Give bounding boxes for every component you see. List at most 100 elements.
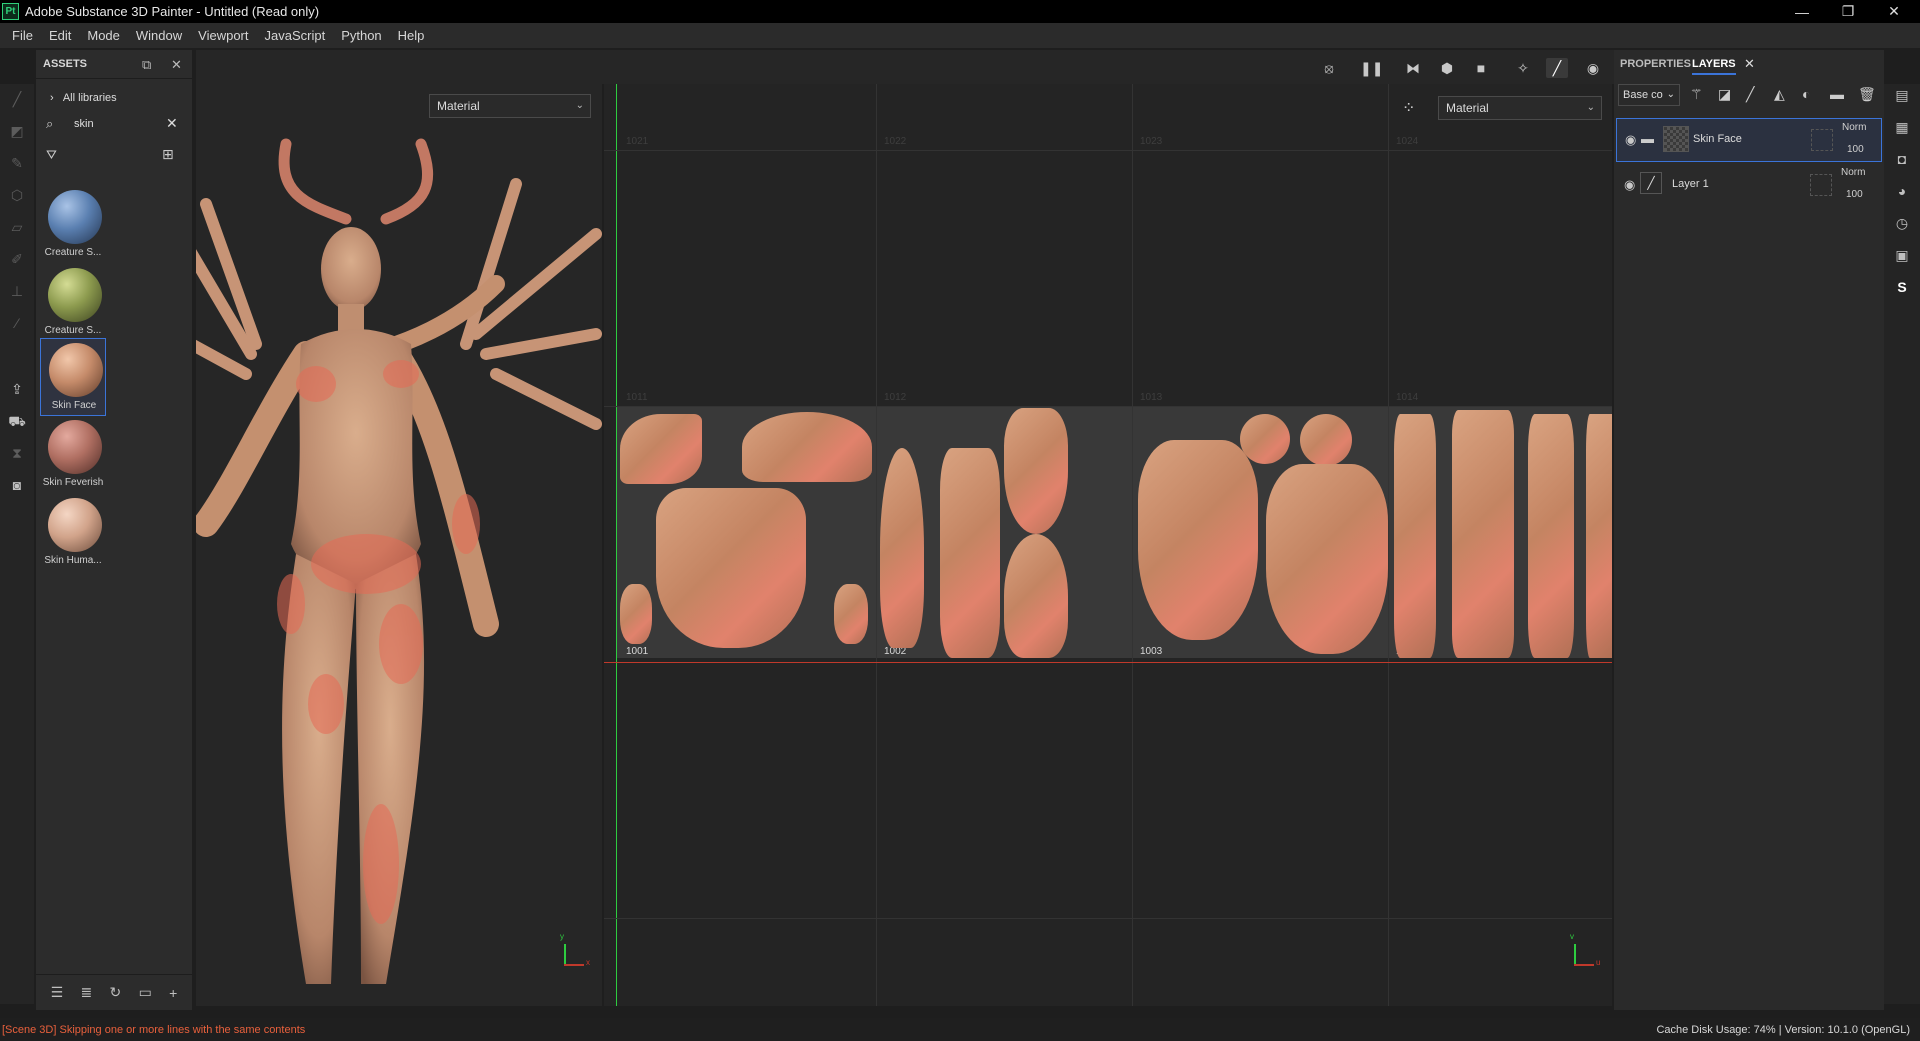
add-mask-icon[interactable]: ◪	[1718, 86, 1731, 103]
window-title: Adobe Substance 3D Painter - Untitled (R…	[25, 4, 320, 19]
layer-mask-slot[interactable]	[1810, 174, 1832, 196]
export-icon[interactable]: ⇪	[8, 380, 26, 398]
asset-label: Creature S...	[44, 247, 102, 258]
projection-tool-icon[interactable]: ✎	[8, 154, 26, 172]
uv-island	[1004, 408, 1068, 534]
udim-label: 1014	[1396, 392, 1419, 403]
asset-label: Skin Feverish	[42, 477, 104, 488]
add-icon[interactable]: +	[169, 985, 177, 1001]
add-effect-icon[interactable]: ⚚	[1690, 86, 1703, 103]
list-view-icon[interactable]: ☰	[51, 984, 64, 1001]
layer-opacity[interactable]: 100	[1847, 144, 1864, 155]
substance-share-icon[interactable]: S	[1893, 278, 1911, 296]
layer-mask-slot[interactable]	[1811, 129, 1833, 151]
grid-line	[604, 406, 1612, 407]
blend-mode[interactable]: Norm	[1841, 167, 1865, 178]
refresh-icon[interactable]: ↻	[110, 984, 122, 1001]
grid-view-icon[interactable]: ⊞	[162, 146, 174, 163]
geometry-fill-icon[interactable]: ⬡	[8, 186, 26, 204]
viewport-2d-channel-dropdown[interactable]: Material ⌄	[1438, 96, 1602, 120]
picker-tool-icon[interactable]: ⁄	[8, 314, 26, 332]
visibility-eye-icon[interactable]: ◉	[1624, 177, 1635, 193]
tab-properties[interactable]: PROPERTIES	[1620, 58, 1691, 70]
uv-island	[1240, 414, 1290, 464]
udim-label: 1012	[884, 392, 907, 403]
filter-icon[interactable]: ⛛	[46, 147, 57, 163]
layer-row-skin-face[interactable]: ◉ ▬ Skin Face Norm 100	[1616, 118, 1882, 162]
menu-edit[interactable]: Edit	[41, 23, 79, 48]
horn-right	[380, 138, 434, 225]
asset-thumbnail-selected[interactable]: Skin Face	[40, 338, 106, 416]
uv-options-icon[interactable]: ⁘	[1402, 98, 1415, 118]
symmetry-icon[interactable]: ⧓	[1402, 58, 1424, 78]
menu-python[interactable]: Python	[333, 23, 389, 48]
search-input[interactable]: skin	[74, 118, 94, 130]
axis-gizmo: v u	[1570, 932, 1600, 968]
clear-search-icon[interactable]: ✕	[166, 115, 178, 132]
tab-layers[interactable]: LAYERS	[1692, 58, 1736, 75]
sort-icon[interactable]: ≣	[81, 984, 93, 1001]
asset-label: Creature S...	[44, 325, 102, 336]
menu-mode[interactable]: Mode	[79, 23, 128, 48]
menu-bar: File Edit Mode Window Viewport JavaScrip…	[0, 23, 1920, 48]
visibility-eye-icon[interactable]: ◉	[1625, 132, 1636, 148]
hide-ui-icon[interactable]: ⦻	[1318, 58, 1340, 78]
display-settings-icon[interactable]: ◘	[1893, 150, 1911, 168]
menu-viewport[interactable]: Viewport	[190, 23, 256, 48]
breadcrumb-label: All libraries	[62, 92, 117, 104]
asset-thumbnail[interactable]: Skin Huma...	[40, 494, 106, 572]
layer-opacity[interactable]: 100	[1846, 189, 1863, 200]
asset-thumbnail[interactable]: Skin Feverish	[40, 416, 106, 494]
viewport-2d-uv[interactable]: 1021 1022 1023 1024 1011 1012 1013 1014 …	[604, 84, 1612, 1006]
add-paint-layer-icon[interactable]: ╱	[1746, 86, 1754, 103]
delete-layer-icon[interactable]: 🗑	[1858, 86, 1876, 103]
layer-row-layer-1[interactable]: ◉ ╱ Layer 1 Norm 100	[1616, 164, 1882, 208]
asset-thumbnail[interactable]: Creature S...	[40, 264, 106, 342]
camera-icon[interactable]: ■	[1470, 58, 1492, 78]
screenshot-camera-icon[interactable]: ◉	[1582, 58, 1604, 78]
add-fill-layer-icon[interactable]: ◭	[1774, 86, 1785, 103]
dropdown-value: Material	[1446, 101, 1489, 115]
character-model	[196, 138, 602, 984]
smudge-tool-icon[interactable]: ✐	[8, 250, 26, 268]
brush-mode-icon[interactable]: ╱	[1546, 58, 1568, 78]
paint-tool-icon[interactable]: ╱	[8, 90, 26, 108]
menu-window[interactable]: Window	[128, 23, 190, 48]
menu-file[interactable]: File	[4, 23, 41, 48]
asset-thumbnail[interactable]: Creature S...	[40, 186, 106, 264]
pause-icon[interactable]: ❚❚	[1360, 58, 1383, 78]
polygon-fill-icon[interactable]: ▱	[8, 218, 26, 236]
iray-render-icon[interactable]: ✧	[1512, 58, 1534, 78]
breadcrumb[interactable]: › All libraries	[50, 92, 117, 104]
display-mode-icon[interactable]: ⬢	[1436, 58, 1458, 78]
close-window-button[interactable]: ✕	[1872, 0, 1916, 23]
channel-dropdown[interactable]: Base co ⌄	[1618, 84, 1680, 106]
minimize-button[interactable]: —	[1780, 0, 1824, 23]
layers-panel-icon[interactable]: ▤	[1893, 86, 1911, 104]
float-panel-icon[interactable]: ⧉	[142, 57, 151, 73]
shader-settings-icon[interactable]: ◕	[1893, 182, 1911, 200]
blend-mode[interactable]: Norm	[1842, 122, 1866, 133]
hourglass-icon[interactable]: ⧗	[8, 444, 26, 462]
close-panel-icon[interactable]: ✕	[171, 57, 182, 73]
viewport-3d[interactable]: Material ⌄ y x	[196, 84, 602, 1006]
material-sphere	[49, 343, 103, 397]
log-icon[interactable]: ▣	[1893, 246, 1911, 264]
folder-icon[interactable]: ▭	[139, 984, 152, 1001]
bake-icon[interactable]: ⛟	[8, 412, 26, 430]
search-box[interactable]: ⌕ skin ✕	[44, 112, 184, 136]
restore-button[interactable]: ❐	[1826, 0, 1870, 23]
menu-javascript[interactable]: JavaScript	[256, 23, 333, 48]
log-message[interactable]: [Scene 3D] Skipping one or more lines wi…	[2, 1024, 305, 1036]
clone-tool-icon[interactable]: ⊥	[8, 282, 26, 300]
history-icon[interactable]: ◷	[1893, 214, 1911, 232]
status-info: Cache Disk Usage: 74% | Version: 10.1.0 …	[1656, 1023, 1910, 1036]
close-tab-icon[interactable]: ✕	[1744, 56, 1755, 72]
screenshot-icon[interactable]: ◙	[8, 476, 26, 494]
eraser-tool-icon[interactable]: ◩	[8, 122, 26, 140]
add-generator-icon[interactable]: ◐	[1802, 86, 1810, 102]
horn-left	[278, 138, 352, 225]
menu-help[interactable]: Help	[390, 23, 433, 48]
texture-set-icon[interactable]: ▦	[1893, 118, 1911, 136]
add-folder-icon[interactable]: ▬	[1830, 86, 1844, 102]
